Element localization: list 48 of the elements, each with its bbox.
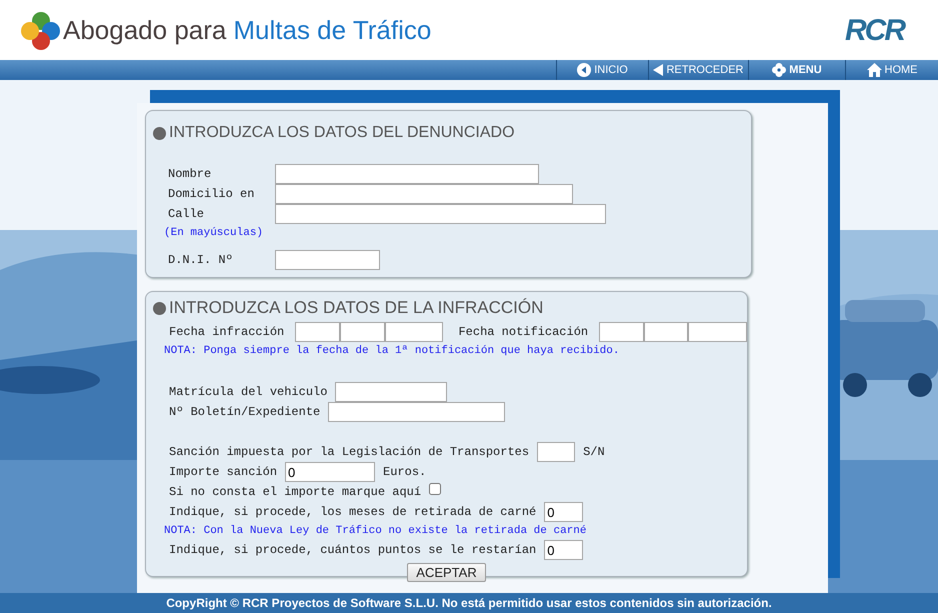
input-field[interactable] xyxy=(275,164,539,184)
field-label: Nº Boletín/Expediente xyxy=(169,404,320,421)
site-title-highlight: Multas de Tráfico xyxy=(233,14,432,46)
input-field[interactable] xyxy=(335,382,448,402)
field-label: Nombre xyxy=(168,166,212,183)
field-label: Indique, si procede, los meses de retirada de carné xyxy=(169,504,536,521)
input-field[interactable]: 0 xyxy=(544,502,584,522)
field-label: Importe sanción xyxy=(169,464,278,481)
input-field[interactable] xyxy=(295,322,340,342)
field-label: Matrícula del vehiculo xyxy=(169,384,328,401)
home-icon xyxy=(866,63,882,77)
back-arrow-icon xyxy=(653,64,664,76)
field-label: Sanción impuesta por la Legislación de Transportes xyxy=(169,444,530,461)
input-field[interactable] xyxy=(385,322,444,342)
field-label: D.N.I. Nº xyxy=(168,252,234,269)
field-label: Si no consta el importe marque aquí xyxy=(169,484,422,501)
bullet-icon xyxy=(153,126,166,140)
field-label: Fecha notificación xyxy=(458,324,590,341)
note-text: NOTA: Ponga siempre la fecha de la 1ª notificación que haya recibido. xyxy=(164,344,620,359)
input-field[interactable] xyxy=(275,204,606,224)
field-label: Domicilio en xyxy=(168,186,256,203)
brand-logo: RCR xyxy=(845,12,904,48)
input-field[interactable] xyxy=(275,250,380,270)
note-text: NOTA: Con la Nueva Ley de Tráfico no existe la retirada de carné xyxy=(164,524,586,539)
site-title: Abogado para xyxy=(63,14,226,46)
input-field[interactable] xyxy=(688,322,747,342)
checkbox[interactable] xyxy=(429,483,442,495)
field-label: Fecha infracción xyxy=(169,324,286,341)
logo-icon xyxy=(20,11,62,51)
field-label: Calle xyxy=(168,206,206,223)
input-field[interactable] xyxy=(537,442,576,462)
flower-icon xyxy=(772,63,786,77)
input-field[interactable]: 0 xyxy=(285,462,376,482)
input-field[interactable] xyxy=(275,184,573,204)
input-field[interactable] xyxy=(340,322,386,342)
section-title: INTRODUZCA LOS DATOS DEL DENUNCIADO xyxy=(169,123,515,143)
accept-button[interactable]: ACEPTAR xyxy=(407,563,486,582)
note-text: (En mayúsculas) xyxy=(164,226,264,241)
copyright-text: CopyRight © RCR Proyectos de Software S.L.U. No está permitido usar estos contenidos sin autorización. xyxy=(166,595,772,612)
input-field[interactable] xyxy=(328,402,506,422)
input-field[interactable]: 0 xyxy=(544,540,584,560)
input-field[interactable] xyxy=(599,322,644,342)
input-field[interactable] xyxy=(644,322,688,342)
field-label: S/N xyxy=(583,444,605,461)
field-label: Euros. xyxy=(383,464,426,481)
section-title: INTRODUZCA LOS DATOS DE LA INFRACCIÓN xyxy=(169,298,544,318)
bullet-icon xyxy=(153,302,166,314)
field-label: Indique, si procede, cuántos puntos se le restarían xyxy=(169,542,536,559)
